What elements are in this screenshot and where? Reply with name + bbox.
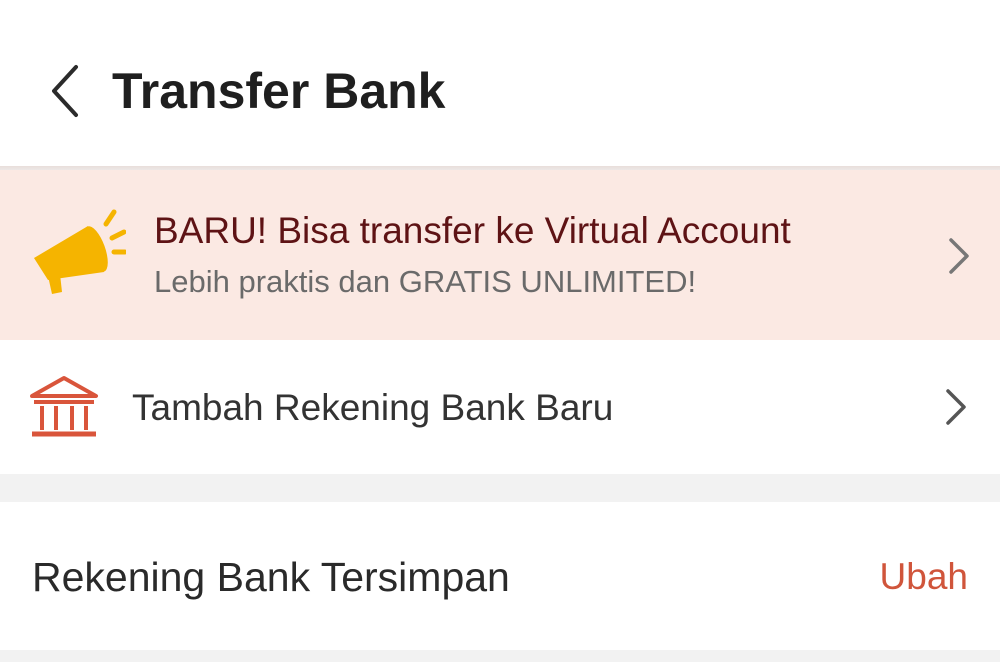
add-bank-account-row[interactable]: Tambah Rekening Bank Baru [0, 340, 1000, 474]
virtual-account-promo-banner[interactable]: BARU! Bisa transfer ke Virtual Account L… [0, 170, 1000, 340]
edit-button[interactable]: Ubah [880, 554, 968, 600]
chevron-right-icon [949, 238, 969, 274]
app-header: Transfer Bank [0, 0, 1000, 166]
bank-icon [30, 376, 98, 437]
chevron-right-icon [946, 389, 966, 425]
saved-bank-accounts-section: Rekening Bank Tersimpan Ubah [0, 502, 1000, 650]
add-bank-label: Tambah Rekening Bank Baru [132, 387, 614, 428]
promo-title: BARU! Bisa transfer ke Virtual Account [154, 210, 791, 251]
back-button[interactable] [40, 58, 90, 124]
promo-subtitle: Lebih praktis dan GRATIS UNLIMITED! [154, 264, 697, 299]
section-title: Rekening Bank Tersimpan [32, 554, 510, 600]
chevron-left-icon [52, 65, 78, 117]
page-title: Transfer Bank [112, 63, 446, 119]
megaphone-icon [34, 209, 126, 294]
